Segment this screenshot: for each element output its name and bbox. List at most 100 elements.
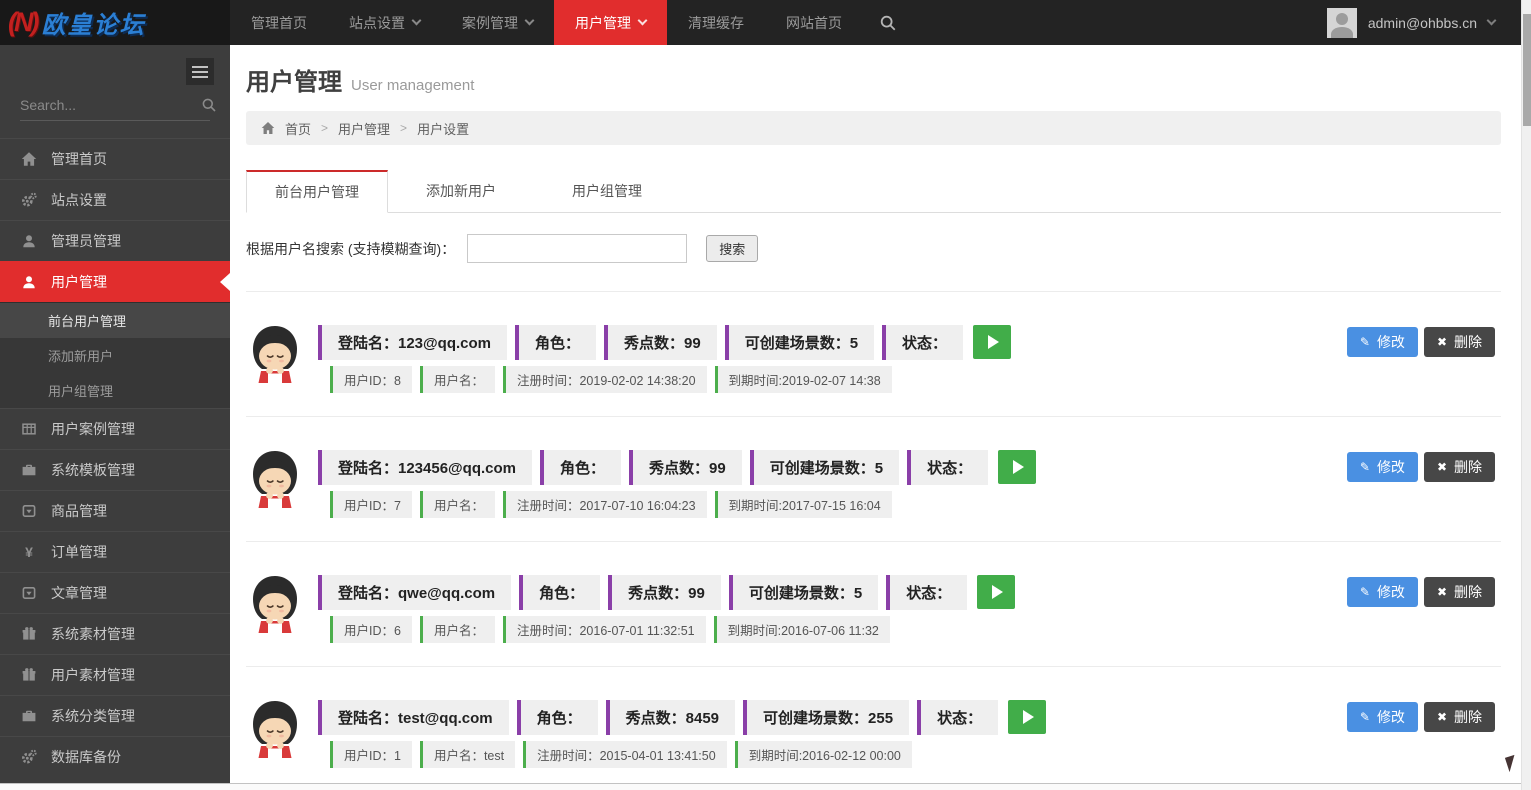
register-time: 注册时间：2016-07-01 11:32:51 <box>503 616 706 643</box>
page-scrollbar[interactable] <box>1521 0 1531 790</box>
user-management-submenu: 前台用户管理 添加新用户 用户组管理 <box>0 302 230 408</box>
sidebar-item-admin-home[interactable]: 管理首页 <box>0 138 230 179</box>
grid-icon <box>21 421 37 437</box>
breadcrumb-separator: > <box>321 121 328 135</box>
breadcrumb-user-management[interactable]: 用户管理 <box>338 119 390 138</box>
status-toggle-button[interactable] <box>1008 700 1046 734</box>
user-name: 用户名：test <box>420 741 515 768</box>
status-label: 状态： <box>917 700 998 735</box>
status-label: 状态： <box>882 325 963 360</box>
sidebar-item-db-backup[interactable]: 数据库备份 <box>0 736 230 777</box>
breadcrumb-home[interactable]: 首页 <box>285 119 311 138</box>
user-avatar <box>248 575 302 633</box>
delete-button[interactable]: ✖删除 <box>1424 452 1495 482</box>
top-navbar: (N) 欧皇论坛 管理首页 站点设置 案例管理 用户管理 清理缓存 网站首页 a… <box>0 0 1531 45</box>
sidebar-item-system-categories[interactable]: 系统分类管理 <box>0 695 230 736</box>
page-header: 用户管理 User management <box>246 62 1501 97</box>
tab-front-users[interactable]: 前台用户管理 <box>246 170 388 213</box>
pencil-icon: ✎ <box>1360 460 1370 474</box>
sidebar-item-user-assets[interactable]: 用户素材管理 <box>0 654 230 695</box>
points: 秀点数：99 <box>608 575 721 610</box>
sidebar-item-admin-management[interactable]: 管理员管理 <box>0 220 230 261</box>
sidebar-menu: 管理首页 站点设置 管理员管理 用户管理 前台用户管理 添加新用户 用户组管理 … <box>0 138 230 777</box>
points: 秀点数：8459 <box>606 700 735 735</box>
user-id: 用户ID：6 <box>330 616 412 643</box>
submenu-item-front-users[interactable]: 前台用户管理 <box>0 303 230 338</box>
app-logo[interactable]: (N) 欧皇论坛 <box>0 0 230 45</box>
sidebar-item-articles[interactable]: 文章管理 <box>0 572 230 613</box>
search-icon <box>201 97 217 113</box>
sidebar-item-site-settings[interactable]: 站点设置 <box>0 179 230 220</box>
yen-icon: ¥ <box>21 544 37 560</box>
nav-item-clear-cache[interactable]: 清理缓存 <box>667 0 765 45</box>
gift-icon <box>21 626 37 642</box>
user-id: 用户ID：7 <box>330 491 412 518</box>
submenu-item-add-user[interactable]: 添加新用户 <box>0 338 230 373</box>
edit-button[interactable]: ✎修改 <box>1347 327 1418 357</box>
login-name: 登陆名：test@qq.com <box>318 700 509 735</box>
login-name: 登陆名：123456@qq.com <box>318 450 532 485</box>
status-toggle-button[interactable] <box>998 450 1036 484</box>
logo-emblem-icon: (N) <box>8 7 37 38</box>
tab-add-user[interactable]: 添加新用户 <box>388 170 534 212</box>
chevron-down-icon <box>412 16 422 26</box>
scene-quota: 可创建场景数：5 <box>729 575 878 610</box>
main-content: 用户管理 User management 首页 > 用户管理 > 用户设置 前台… <box>230 45 1521 783</box>
play-icon <box>1023 710 1034 724</box>
user-avatar <box>1327 8 1357 38</box>
sidebar-item-orders[interactable]: ¥订单管理 <box>0 531 230 572</box>
breadcrumb-user-settings[interactable]: 用户设置 <box>417 119 469 138</box>
pencil-icon: ✎ <box>1360 585 1370 599</box>
home-icon <box>261 121 275 135</box>
role: 角色： <box>519 575 600 610</box>
logo-text: 欧皇论坛 <box>42 5 146 40</box>
sidebar-item-system-templates[interactable]: 系统模板管理 <box>0 449 230 490</box>
sidebar-item-user-cases[interactable]: 用户案例管理 <box>0 408 230 449</box>
scene-quota: 可创建场景数：5 <box>725 325 874 360</box>
username-search-row: 根据用户名搜索 (支持模糊查询)： 搜索 <box>246 234 1501 263</box>
role: 角色： <box>515 325 596 360</box>
gift-icon <box>21 667 37 683</box>
delete-button[interactable]: ✖删除 <box>1424 327 1495 357</box>
nav-item-admin-home[interactable]: 管理首页 <box>230 0 328 45</box>
expire-time: 到期时间:2017-07-15 16:04 <box>715 491 892 518</box>
expire-time: 到期时间:2016-02-12 00:00 <box>735 741 912 768</box>
chevron-down-icon <box>638 16 648 26</box>
sidebar-search-input[interactable] <box>20 97 201 113</box>
nav-item-case-management[interactable]: 案例管理 <box>441 0 554 45</box>
role: 角色： <box>540 450 621 485</box>
briefcase-icon <box>21 708 37 724</box>
sidebar-collapse-button[interactable] <box>186 58 214 85</box>
nav-item-site-settings[interactable]: 站点设置 <box>328 0 441 45</box>
nav-item-user-management[interactable]: 用户管理 <box>554 0 667 45</box>
gears-icon <box>21 749 37 765</box>
edit-button[interactable]: ✎修改 <box>1347 577 1418 607</box>
delete-button[interactable]: ✖删除 <box>1424 702 1495 732</box>
submenu-item-user-groups[interactable]: 用户组管理 <box>0 373 230 408</box>
delete-button[interactable]: ✖删除 <box>1424 577 1495 607</box>
edit-button[interactable]: ✎修改 <box>1347 702 1418 732</box>
login-name: 登陆名：qwe@qq.com <box>318 575 511 610</box>
status-toggle-button[interactable] <box>977 575 1015 609</box>
sidebar-item-user-management[interactable]: 用户管理 <box>0 261 230 302</box>
x-icon: ✖ <box>1437 460 1447 474</box>
edit-button[interactable]: ✎修改 <box>1347 452 1418 482</box>
user-avatar <box>248 325 302 383</box>
search-button[interactable]: 搜索 <box>706 235 758 262</box>
scrollbar-thumb[interactable] <box>1523 14 1531 126</box>
breadcrumb-separator: > <box>400 121 407 135</box>
play-icon <box>988 335 999 349</box>
sidebar-item-system-assets[interactable]: 系统素材管理 <box>0 613 230 654</box>
expire-time: 到期时间:2016-07-06 11:32 <box>714 616 890 643</box>
username-search-input[interactable] <box>467 234 687 263</box>
sidebar-item-products[interactable]: 商品管理 <box>0 490 230 531</box>
status-toggle-button[interactable] <box>973 325 1011 359</box>
tab-user-groups[interactable]: 用户组管理 <box>534 170 680 212</box>
role: 角色： <box>517 700 598 735</box>
user-row: 登陆名：test@qq.com 角色： 秀点数：8459 可创建场景数：255 … <box>246 667 1501 783</box>
account-menu[interactable]: admin@ohbbs.cn <box>1327 0 1531 45</box>
topbar-search-button[interactable] <box>863 0 913 45</box>
play-icon <box>1013 460 1024 474</box>
points: 秀点数：99 <box>604 325 717 360</box>
nav-item-site-home[interactable]: 网站首页 <box>765 0 863 45</box>
